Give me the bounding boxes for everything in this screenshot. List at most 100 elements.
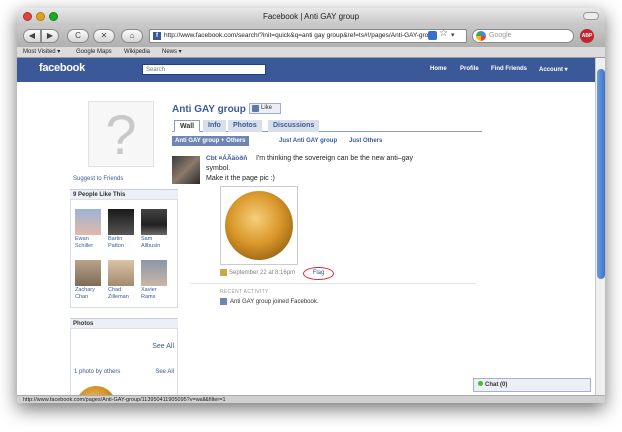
liker-card[interactable]: Sam Allbusin	[141, 209, 171, 249]
page-title[interactable]: Anti GAY group	[172, 104, 246, 115]
liker-first-name[interactable]: Chad	[108, 287, 138, 293]
liker-last-name[interactable]: Patton	[108, 243, 138, 249]
facebook-header: facebook Search Home Profile Find Friend…	[17, 58, 595, 82]
vertical-scrollbar[interactable]	[595, 58, 605, 395]
liker-photo[interactable]	[108, 260, 134, 286]
liker-card[interactable]: Ewan Schiller	[75, 209, 105, 249]
close-window-button[interactable]	[23, 12, 32, 21]
liker-first-name[interactable]: Bartin	[108, 236, 138, 242]
liker-first-name[interactable]: Zachary	[75, 287, 105, 293]
liker-photo[interactable]	[75, 209, 101, 235]
liker-last-name[interactable]: Schiller	[75, 243, 105, 249]
wall-filters: Anti GAY group + Others Just Anti GAY gr…	[172, 136, 482, 147]
tab-wall[interactable]: Wall	[174, 120, 201, 132]
activity-item-text: Anti GAY group joined Facebook.	[230, 299, 319, 306]
liker-photo[interactable]	[75, 260, 101, 286]
liker-last-name[interactable]: Allbusin	[141, 243, 171, 249]
photos-see-all-link[interactable]: See All	[152, 343, 174, 350]
reload-button[interactable]: C	[67, 29, 89, 43]
liker-card[interactable]: Zachary Chan	[75, 260, 105, 300]
liker-photo[interactable]	[108, 209, 134, 235]
tab-info[interactable]: Info	[203, 120, 226, 132]
like-button-label: Like	[261, 105, 273, 111]
tab-photos[interactable]: Photos	[228, 120, 262, 132]
forward-button[interactable]: ▶	[41, 29, 59, 43]
post-author-avatar[interactable]	[172, 156, 200, 184]
back-button[interactable]: ◀	[23, 29, 41, 43]
flag-link[interactable]: Flag	[303, 267, 334, 280]
liker-first-name[interactable]: Sam	[141, 236, 171, 242]
chat-online-icon	[478, 381, 483, 386]
scrollbar-thumb[interactable]	[597, 69, 605, 279]
tab-discussions[interactable]: Discussions	[268, 120, 320, 132]
people-like-title[interactable]: 9 People Like This	[73, 192, 125, 198]
google-search-icon[interactable]	[476, 31, 486, 41]
stop-button[interactable]: ✕	[93, 29, 115, 43]
title-bar: Facebook | Anti GAY group	[17, 8, 605, 25]
suggest-to-friends-link[interactable]: Suggest to Friends	[73, 176, 123, 182]
chat-bar[interactable]: Chat (0)	[473, 378, 591, 392]
nav-home-link[interactable]: Home	[430, 66, 447, 72]
bookmark-most-visited[interactable]: Most Visited ▾	[23, 47, 60, 58]
liker-first-name[interactable]: Ewan	[75, 236, 105, 242]
page-tabs: Wall Info Photos Discussions	[172, 120, 482, 132]
address-bar[interactable]: f http://www.facebook.com/search/?init=q…	[149, 29, 467, 43]
photos-box: See All 1 photo by others See All	[70, 328, 178, 395]
toolbar-toggle-button[interactable]	[583, 12, 599, 20]
nav-account-menu[interactable]: Account ▾	[539, 66, 568, 73]
bookmark-star-icon[interactable]: ☆	[439, 28, 448, 39]
post-text-line: symbol.	[206, 165, 231, 172]
like-button[interactable]: Like	[249, 103, 281, 114]
rss-feed-icon[interactable]	[428, 31, 437, 40]
post-text-line: Make it the page pic :)	[206, 175, 275, 182]
liker-card[interactable]: Xavier Rams	[141, 260, 171, 300]
page-activity-icon	[220, 298, 227, 305]
photos-title[interactable]: Photos	[73, 321, 93, 327]
photos-by-others-link[interactable]: 1 photo by others	[74, 369, 120, 375]
post-image[interactable]	[220, 186, 298, 265]
people-like-header: 9 People Like This	[70, 189, 178, 199]
post-timestamp-text[interactable]: September 22 at 8:16pm	[229, 270, 295, 276]
browser-search-input[interactable]: Google	[472, 29, 574, 43]
liker-card[interactable]: Bartin Patton	[108, 209, 138, 249]
liker-first-name[interactable]: Xavier	[141, 287, 171, 293]
nav-profile-link[interactable]: Profile	[460, 66, 479, 72]
filter-group-and-others[interactable]: Anti GAY group + Others	[172, 136, 249, 146]
post-text-line: I'm thinking the sovereign can be the ne…	[256, 155, 413, 162]
nav-find-friends-link[interactable]: Find Friends	[491, 66, 527, 72]
zoom-window-button[interactable]	[49, 12, 58, 21]
photos-header: Photos	[70, 318, 178, 328]
page-profile-picture[interactable]: ?	[88, 101, 154, 167]
adblock-plus-icon[interactable]: ABP	[580, 29, 594, 43]
liker-photo[interactable]	[141, 260, 167, 286]
bookmark-news[interactable]: News ▾	[162, 47, 182, 58]
people-like-box: Ewan Schiller Bartin Patton Sam Allbusin…	[70, 199, 178, 308]
post-author-name[interactable]: Cbt ¤ÁÃäòðñ	[206, 155, 247, 162]
thumbs-up-icon	[252, 105, 259, 112]
facebook-logo[interactable]: facebook	[39, 62, 85, 74]
facebook-favicon-icon: f	[153, 32, 161, 40]
page-viewport: facebook Search Home Profile Find Friend…	[17, 58, 595, 395]
home-button[interactable]: ⌂	[121, 29, 143, 43]
bookmark-wikipedia[interactable]: Wikipedia	[124, 47, 150, 58]
url-history-chevron-icon[interactable]: ▾	[451, 31, 455, 39]
filter-just-others[interactable]: Just Others	[349, 136, 382, 146]
left-column: ? Suggest to Friends 9 People Like This …	[53, 86, 178, 395]
liker-last-name[interactable]: Zilleman	[108, 294, 138, 300]
browser-toolbar: ◀ ▶ C ✕ ⌂ f http://www.facebook.com/sear…	[17, 25, 605, 47]
recent-activity-header: RECENT ACTIVITY	[220, 289, 269, 295]
url-text: http://www.facebook.com/search/?init=qui…	[164, 32, 436, 39]
sovereign-coin-thumbnail[interactable]	[76, 386, 116, 395]
activity-item: Anti GAY group joined Facebook.	[220, 298, 319, 305]
liker-last-name[interactable]: Chan	[75, 294, 105, 300]
browser-window: Facebook | Anti GAY group ◀ ▶ C ✕ ⌂ f ht…	[17, 8, 605, 403]
liker-card[interactable]: Chad Zilleman	[108, 260, 138, 300]
liker-photo[interactable]	[141, 209, 167, 235]
liker-last-name[interactable]: Rams	[141, 294, 171, 300]
filter-just-group[interactable]: Just Anti GAY group	[279, 136, 337, 146]
bookmark-google-maps[interactable]: Google Maps	[76, 47, 112, 58]
facebook-search-input[interactable]: Search	[142, 64, 266, 75]
bookmarks-toolbar: Most Visited ▾ Google Maps Wikipedia New…	[17, 47, 605, 58]
minimize-window-button[interactable]	[36, 12, 45, 21]
sovereign-coin-image	[225, 191, 293, 260]
